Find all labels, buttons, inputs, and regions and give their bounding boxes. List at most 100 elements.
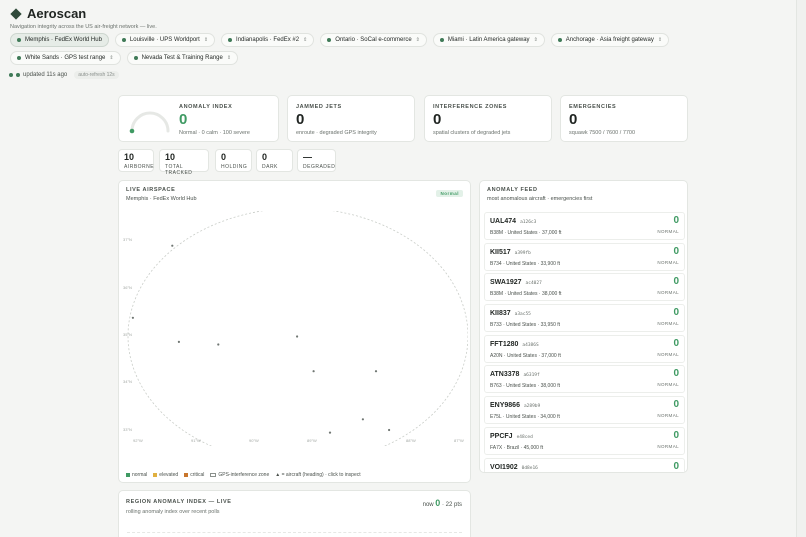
holding-stat: 0 Holding: [215, 149, 252, 172]
feed-callsign: KII517 a399fb: [490, 248, 531, 256]
status-dot-icon: [327, 38, 332, 42]
feed-status: Normal: [657, 351, 679, 357]
feed-callsign: FFT1280 a4386S: [490, 340, 539, 348]
lat-label: 33°N: [123, 427, 132, 432]
feed-detail: B734 · United States · 33,900 ft: [490, 260, 561, 267]
feed-hex: a6319f: [523, 373, 540, 379]
region-label: Nevada Test & Training Range: [141, 55, 223, 61]
pin-icon: ⇕: [415, 37, 420, 43]
aircraft-marker[interactable]: [171, 244, 174, 247]
mini-stat-label: Airborne: [124, 164, 155, 170]
feed-hex: a3ac55: [514, 312, 531, 318]
region-chip-ontario[interactable]: Ontario · SoCal e-commerce ⇕: [320, 33, 427, 47]
stat-label: Emergencies: [569, 104, 617, 110]
app-header: Aeroscan Navigation integrity across the…: [10, 6, 157, 30]
feed-item[interactable]: SWA1927 ac4027 B38M · United States · 38,0…: [484, 273, 685, 302]
aircraft-marker[interactable]: [374, 370, 378, 373]
legend-text: elevated: [159, 472, 179, 478]
stat-value: 0: [569, 111, 578, 128]
aircraft-marker[interactable]: [177, 340, 180, 343]
region-label: Miami · Latin America gateway: [447, 37, 530, 43]
feed-status: Normal: [657, 229, 679, 234]
region-chip-anchorage[interactable]: Anchorage · Asia freight gateway ⇕: [550, 33, 670, 47]
live-dot-icon: [9, 73, 13, 77]
feed-score: 0: [673, 368, 679, 380]
jammed-jets-card: Jammed Jets 0 enroute · degraded GPS int…: [287, 95, 415, 142]
stat-detail: enroute · degraded GPS integrity: [296, 130, 377, 136]
feed-score: 0: [673, 399, 679, 411]
live-airspace-card: Live Airspace Memphis · FedEx World Hub …: [118, 180, 471, 483]
feed-hex: a4386S: [522, 342, 539, 348]
feed-item[interactable]: PPCFJ e48ced FA7X · Brazil · 45,000 ft 0 Nor…: [484, 426, 685, 455]
feed-item[interactable]: FFT1280 a4386S A20N · United States · 37,0…: [484, 334, 685, 363]
chart-gridline: [127, 532, 462, 533]
feed-score: 0: [673, 337, 679, 349]
interference-zones-card: Interference Zones 0 spatial clusters of…: [424, 95, 552, 142]
region-label: Louisville · UPS Worldport: [129, 37, 200, 43]
dark-stat: 0 Dark: [256, 149, 293, 172]
legend-critical: critical: [184, 472, 204, 478]
aircraft-marker[interactable]: [388, 428, 391, 432]
stat-value: 0: [433, 111, 442, 128]
legend-swatch: [126, 472, 130, 477]
feed-item[interactable]: KII517 a399fb B734 · United States · 33,90…: [484, 242, 685, 271]
legend-swatch: [153, 472, 158, 477]
feed-status: Normal: [657, 413, 679, 419]
airspace-title: Live Airspace: [126, 187, 176, 193]
feed-callsign: VOI1902 0d8e16: [490, 463, 538, 471]
region-chip-louisville[interactable]: Louisville · UPS Worldport ⇕: [114, 33, 216, 47]
anomaly-index-detail: Normal · 0 calm · 100 severe: [179, 130, 250, 136]
lon-label: 88°W: [406, 438, 416, 443]
page-scrollbar[interactable]: [796, 0, 806, 537]
feed-detail: B38M · United States · 38,000 ft: [490, 291, 562, 298]
pin-icon: ⇕: [657, 37, 663, 43]
aircraft-marker[interactable]: [312, 370, 315, 373]
mini-stat-value: 10: [124, 152, 135, 162]
feed-item[interactable]: UAL474 a126c3 B38M · United States · 37,00…: [484, 212, 685, 240]
region-chip-miami[interactable]: Miami · Latin America gateway ⇕: [432, 33, 545, 47]
status-dot-icon: [17, 38, 21, 42]
mini-stat-value: 0: [221, 152, 227, 162]
feed-item[interactable]: ENY9866 a289b9 E75L · United States · 34,0…: [484, 396, 685, 425]
app-title: Aeroscan: [27, 6, 87, 21]
emergencies-card: Emergencies 0 squawk 7500 / 7600 / 7700: [560, 95, 688, 142]
mini-stat-label: Dark: [262, 164, 278, 170]
lat-label: 36°N: [123, 285, 132, 290]
region-label: Ontario · SoCal e-commerce: [335, 37, 412, 43]
feed-status: Normal: [657, 382, 679, 388]
region-chip-white-sands[interactable]: White Sands · GPS test range ⇕: [10, 51, 121, 65]
region-index-subtitle: rolling anomaly index over recent polls: [126, 509, 220, 515]
live-dot-icon: [16, 73, 20, 77]
feed-detail: A20N · United States · 37,000 ft: [490, 352, 561, 359]
region-chip-nevada[interactable]: Nevada Test & Training Range ⇕: [126, 51, 239, 65]
airspace-map[interactable]: 37°N 36°N 35°N 34°N 33°N 92°W 91°W 90°W 89°W 88°W…: [123, 211, 468, 446]
status-dot-icon: [121, 38, 126, 42]
region-label: White Sands · GPS test range: [25, 55, 106, 61]
feed-status: Normal: [657, 321, 679, 327]
region-chip-indianapolis[interactable]: Indianapolis · FedEx #2 ⇕: [221, 33, 315, 47]
aircraft-marker[interactable]: [296, 335, 299, 338]
aircraft-marker[interactable]: [361, 418, 364, 421]
aircraft-marker[interactable]: [131, 316, 134, 319]
status-dot-icon: [17, 56, 21, 60]
aircraft-marker[interactable]: [217, 343, 220, 346]
status-dot-icon: [557, 38, 562, 42]
status-dot-icon: [439, 38, 444, 42]
region-selector: Memphis · FedEx World Hub Louisville · U…: [10, 33, 770, 65]
gauge-track: [130, 111, 170, 133]
anomaly-index-value: 0: [179, 111, 188, 128]
feed-item[interactable]: ATN3378 a6319f B763 · United States · 38,0…: [484, 365, 685, 394]
feed-detail: B763 · United States · 38,000 ft: [490, 383, 561, 390]
legend-elevated: elevated: [153, 472, 178, 478]
legend-zone: GPS-interference zone: [210, 472, 269, 478]
feed-callsign: PPCFJ e48ced: [490, 432, 533, 440]
region-anomaly-card: Region Anomaly Index — Live rolling anom…: [118, 490, 471, 537]
anomaly-feed-card: Anomaly Feed most anomalous aircraft · e…: [479, 180, 688, 473]
pin-icon: ⇕: [226, 55, 232, 61]
feed-item[interactable]: VOI1902 0d8e16 0: [484, 457, 685, 472]
aircraft-marker[interactable]: [328, 431, 332, 434]
feed-item[interactable]: KII837 a3ac55 B733 · United States · 33,95…: [484, 304, 685, 333]
region-chip-memphis[interactable]: Memphis · FedEx World Hub: [10, 33, 109, 47]
lon-label: 90°W: [249, 438, 259, 443]
lat-label: 35°N: [123, 332, 132, 337]
